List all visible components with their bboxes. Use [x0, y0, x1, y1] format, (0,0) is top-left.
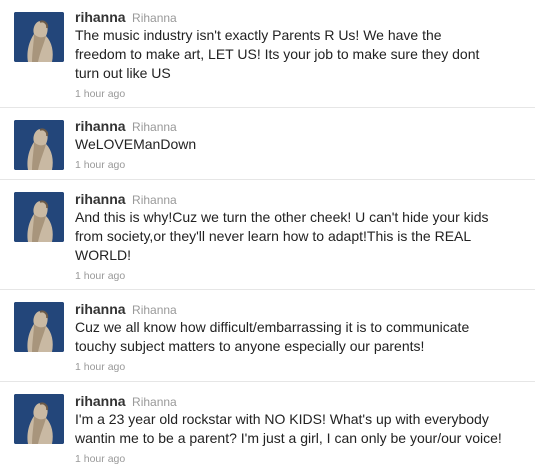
full-name: Rihanna — [132, 193, 177, 207]
avatar[interactable] — [14, 120, 64, 170]
profile-photo-icon — [14, 302, 64, 352]
timestamp-link[interactable]: 1 hour ago — [75, 270, 125, 282]
tweet-text-line: Cuz we all know how difficult/embarrassi… — [75, 319, 470, 335]
tweet-text-line: freedom to make art, LET US! Its your jo… — [75, 46, 480, 62]
tweet-text: The music industry isn't exactly Parents… — [75, 26, 530, 83]
full-name: Rihanna — [132, 120, 177, 134]
profile-photo-icon — [14, 394, 64, 444]
screen-name-link[interactable]: rihanna — [75, 393, 126, 409]
tweet-item: rihanna Rihanna Cuz we all know how diff… — [0, 290, 535, 382]
avatar[interactable] — [14, 192, 64, 242]
timestamp-link[interactable]: 1 hour ago — [75, 453, 125, 465]
tweet-item: rihanna Rihanna The music industry isn't… — [0, 0, 535, 108]
tweet-text-line: wantin me to be a parent? I'm just a gir… — [75, 430, 502, 446]
avatar[interactable] — [14, 394, 64, 444]
screen-name-link[interactable]: rihanna — [75, 301, 126, 317]
full-name: Rihanna — [132, 303, 177, 317]
tweet-text: WeLOVEManDown — [75, 135, 530, 154]
profile-photo-icon — [14, 192, 64, 242]
profile-photo-icon — [14, 120, 64, 170]
tweet-text: Cuz we all know how difficult/embarrassi… — [75, 318, 530, 356]
tweet-item: rihanna Rihanna I'm a 23 year old rockst… — [0, 382, 535, 472]
tweet-text-line: touchy subject matters to anyone especia… — [75, 338, 425, 354]
profile-photo-icon — [14, 12, 64, 62]
tweet-text: And this is why!Cuz we turn the other ch… — [75, 208, 530, 265]
tweet-timeline: rihanna Rihanna The music industry isn't… — [0, 0, 535, 472]
screen-name-link[interactable]: rihanna — [75, 191, 126, 207]
screen-name-link[interactable]: rihanna — [75, 118, 126, 134]
tweet-text-line: WeLOVEManDown — [75, 136, 197, 152]
tweet-text-line: from society,or they'll never learn how … — [75, 228, 472, 244]
tweet-text-line: And this is why!Cuz we turn the other ch… — [75, 209, 489, 225]
tweet-item: rihanna Rihanna And this is why!Cuz we t… — [0, 180, 535, 290]
tweet-text: I'm a 23 year old rockstar with NO KIDS!… — [75, 410, 530, 448]
full-name: Rihanna — [132, 11, 177, 25]
avatar[interactable] — [14, 302, 64, 352]
timestamp-link[interactable]: 1 hour ago — [75, 361, 125, 373]
timestamp-link[interactable]: 1 hour ago — [75, 88, 125, 100]
screen-name-link[interactable]: rihanna — [75, 9, 126, 25]
avatar[interactable] — [14, 12, 64, 62]
tweet-text-line: I'm a 23 year old rockstar with NO KIDS!… — [75, 411, 489, 427]
tweet-item: rihanna Rihanna WeLOVEManDown 1 hour ago — [0, 108, 535, 180]
full-name: Rihanna — [132, 395, 177, 409]
timestamp-link[interactable]: 1 hour ago — [75, 159, 125, 171]
tweet-text-line: The music industry isn't exactly Parents… — [75, 27, 442, 43]
tweet-text-line: turn out like US — [75, 65, 171, 81]
tweet-text-line: WORLD! — [75, 247, 131, 263]
